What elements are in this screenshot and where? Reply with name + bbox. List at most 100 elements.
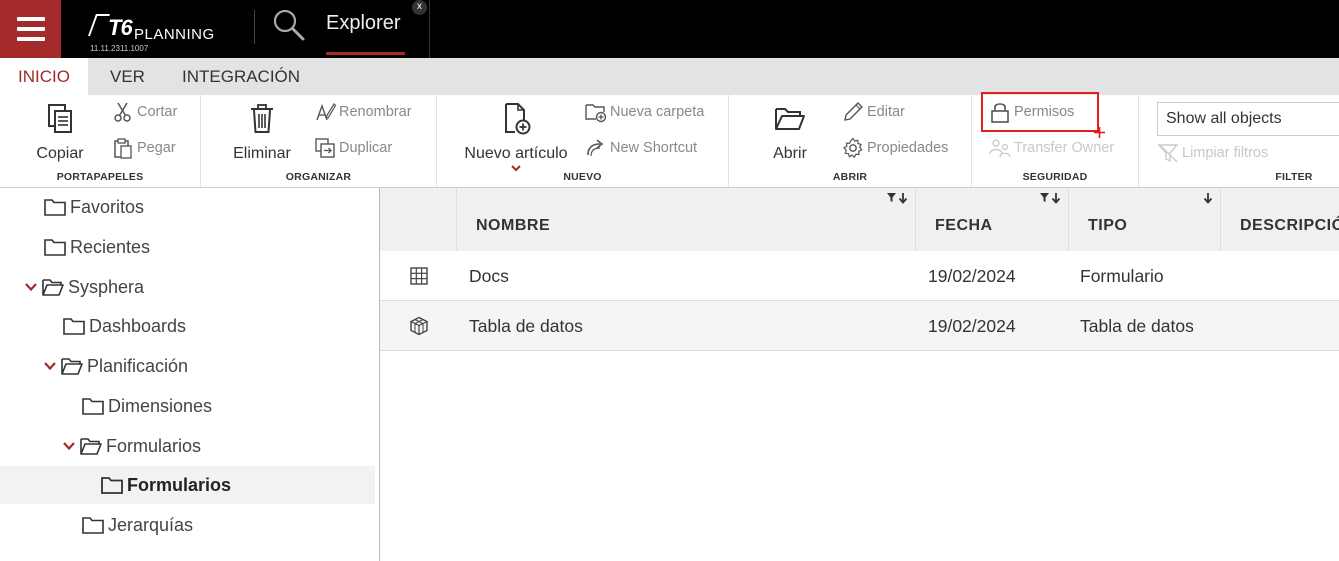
new-item-label: Nuevo artículo <box>464 145 568 162</box>
open-button[interactable]: Abrir <box>767 101 813 163</box>
clear-filters-label: Limpiar filtros <box>1182 145 1269 161</box>
open-folder-icon <box>80 438 102 455</box>
open-folder-icon <box>42 279 64 296</box>
search-icon[interactable] <box>272 8 306 42</box>
scissors-icon <box>114 102 131 122</box>
tree-node-planificacion[interactable]: Planificación <box>43 347 188 385</box>
active-tab-indicator <box>326 52 405 55</box>
tree-node-favoritos[interactable]: Favoritos <box>44 188 144 226</box>
transfer-owner-button[interactable]: Transfer Owner <box>989 136 1114 160</box>
tab-inicio[interactable]: INICIO <box>0 58 88 95</box>
group-label-filter: FILTER <box>1275 171 1313 183</box>
column-nombre[interactable]: NOMBRE <box>456 188 915 251</box>
table-row[interactable]: Tabla de datos 19/02/2024 Tabla de datos <box>380 301 1339 351</box>
open-folder-icon <box>775 108 805 130</box>
logo-name: PLANNING <box>134 26 215 43</box>
column-fecha[interactable]: FECHA <box>915 188 1068 251</box>
new-file-icon <box>505 103 531 135</box>
rename-button[interactable]: Renombrar <box>314 100 412 124</box>
filter-sort-icon[interactable] <box>1038 191 1064 205</box>
folder-tree: Favoritos Recientes Sysphera Dashboards … <box>0 188 380 561</box>
paste-button[interactable]: Pegar <box>112 136 176 160</box>
column-tipo[interactable]: TIPO <box>1068 188 1220 251</box>
duplicate-icon <box>315 138 335 158</box>
tree-node-label: Dashboards <box>89 315 187 336</box>
tab-explorer[interactable]: Explorer x <box>312 0 430 58</box>
edit-button[interactable]: Editar <box>842 100 905 124</box>
new-shortcut-button[interactable]: New Shortcut <box>585 136 697 160</box>
clear-filters-button[interactable]: Limpiar filtros <box>1157 141 1268 165</box>
group-portapapeles: Copiar Cortar Pegar PORTAPAPELES <box>0 95 201 187</box>
object-filter-select[interactable]: Show all objects <box>1157 102 1339 136</box>
new-shortcut-label: New Shortcut <box>610 140 698 156</box>
paste-label: Pegar <box>137 140 176 156</box>
tree-node-label: Recientes <box>70 236 151 257</box>
tree-node-jerarquias[interactable]: Jerarquías <box>82 506 193 544</box>
sort-arrow-icon[interactable] <box>1190 191 1216 205</box>
rename-label: Renombrar <box>339 104 412 120</box>
new-folder-button[interactable]: Nueva carpeta <box>585 100 704 124</box>
hamburger-menu-icon[interactable] <box>0 0 61 58</box>
edit-label: Editar <box>867 104 905 120</box>
cut-label: Cortar <box>137 104 178 120</box>
properties-button[interactable]: Propiedades <box>842 136 948 160</box>
cell-nombre: Tabla de datos <box>469 316 583 336</box>
top-bar: T6 PLANNING 11.11.2311.1007 Explorer x <box>0 0 1339 58</box>
chevron-down-icon[interactable] <box>43 359 57 373</box>
grid-header: NOMBRE FECHA TIPO DESCRIPCIÓN <box>380 188 1339 251</box>
folder-icon <box>82 398 104 415</box>
tree-node-recientes[interactable]: Recientes <box>44 228 150 266</box>
tree-node-formularios-selected[interactable]: Formularios <box>0 466 375 504</box>
column-header-label: NOMBRE <box>476 217 551 234</box>
delete-button[interactable]: Eliminar <box>229 101 295 163</box>
column-icon <box>380 188 456 251</box>
cell-tipo: Tabla de datos <box>1080 316 1194 336</box>
cell-fecha: 19/02/2024 <box>928 266 1016 286</box>
cell-nombre: Docs <box>469 266 509 286</box>
clear-filter-icon <box>1157 143 1179 163</box>
cell-fecha: 19/02/2024 <box>928 316 1016 336</box>
new-item-button[interactable]: Nuevo artículo <box>461 101 571 172</box>
group-nuevo: Nuevo artículo Nueva carpeta New Shortcu… <box>437 95 729 187</box>
cube-icon <box>410 316 428 336</box>
filter-sort-icon[interactable] <box>885 191 911 205</box>
new-folder-icon <box>585 104 607 123</box>
tree-node-dashboards[interactable]: Dashboards <box>63 307 186 345</box>
open-label: Abrir <box>773 145 807 162</box>
chevron-down-icon[interactable] <box>62 439 76 453</box>
tree-node-label: Favoritos <box>70 196 145 217</box>
highlight-box <box>981 92 1099 132</box>
app-logo: T6 PLANNING 11.11.2311.1007 <box>87 9 238 55</box>
folder-icon <box>44 199 66 216</box>
tree-node-formularios[interactable]: Formularios <box>62 427 201 465</box>
new-folder-label: Nueva carpeta <box>610 104 705 120</box>
column-header-label: DESCRIPCIÓN <box>1240 217 1339 234</box>
trash-icon <box>251 104 273 133</box>
group-label-organizar: ORGANIZAR <box>285 171 352 183</box>
tree-node-label: Formularios <box>106 435 202 456</box>
tree-node-label: Sysphera <box>68 276 145 297</box>
group-organizar: Eliminar Renombrar Duplicar ORGANIZAR <box>201 95 437 187</box>
tree-node-sysphera[interactable]: Sysphera <box>24 268 144 306</box>
chevron-down-icon[interactable] <box>24 280 38 294</box>
crosshair-cursor-icon <box>1094 127 1105 138</box>
transfer-user-icon <box>989 139 1011 158</box>
column-descripcion[interactable]: DESCRIPCIÓN <box>1220 188 1339 251</box>
tree-node-label: Jerarquías <box>108 514 194 535</box>
copy-button[interactable]: Copiar <box>34 101 86 163</box>
rename-icon <box>316 103 336 121</box>
tab-ver[interactable]: VER <box>92 58 163 95</box>
ribbon: Copiar Cortar Pegar PORTAPAPELES Elimina… <box>0 95 1339 188</box>
group-label-abrir: ABRIR <box>832 171 868 183</box>
cut-button[interactable]: Cortar <box>112 100 177 124</box>
tree-node-dimensiones[interactable]: Dimensiones <box>82 387 212 425</box>
folder-icon <box>63 318 85 335</box>
tree-node-label: Planificación <box>87 355 189 376</box>
version-label: 11.11.2311.1007 <box>90 44 149 53</box>
duplicate-button[interactable]: Duplicar <box>314 136 392 160</box>
items-grid: NOMBRE FECHA TIPO DESCRIPCIÓN <box>380 188 1339 561</box>
group-abrir: Abrir Editar Propiedades ABRIR <box>729 95 972 187</box>
close-tab-icon[interactable]: x <box>412 0 427 15</box>
table-row[interactable]: Docs 19/02/2024 Formulario <box>380 251 1339 301</box>
tab-integracion[interactable]: INTEGRACIÓN <box>164 58 318 95</box>
